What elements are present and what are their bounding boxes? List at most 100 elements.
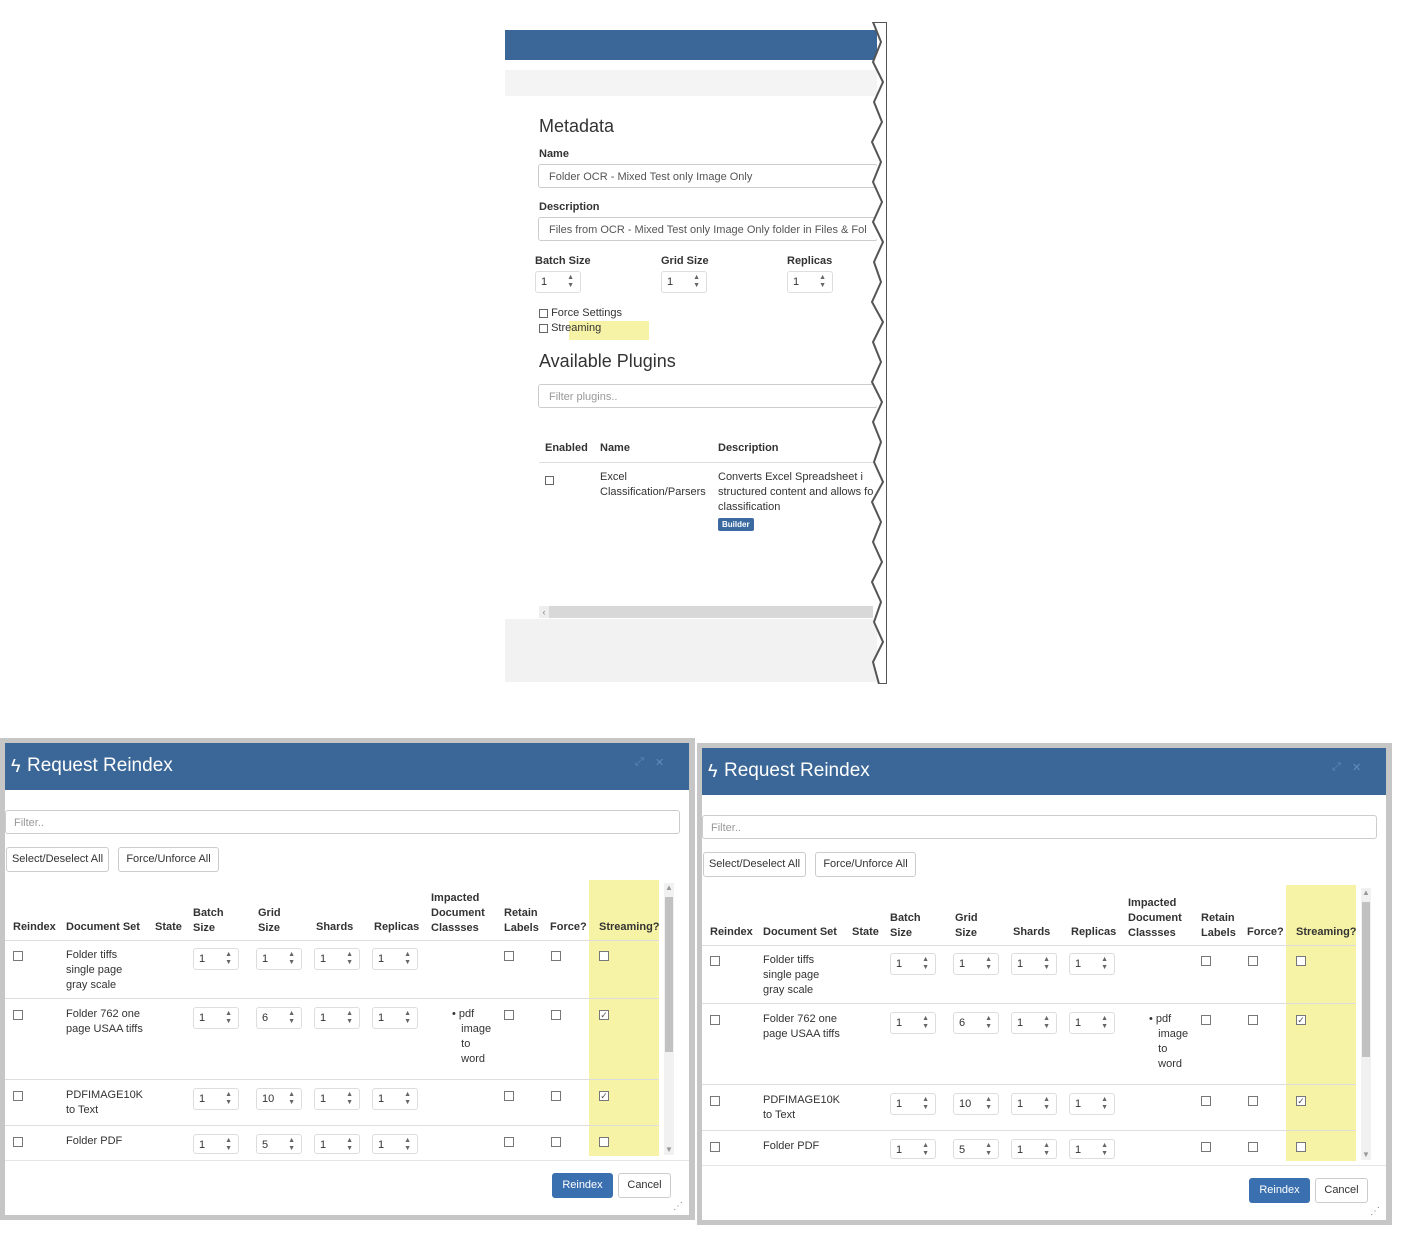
reindex-checkbox[interactable] — [710, 1142, 720, 1152]
scroll-left-icon[interactable]: ‹ — [539, 606, 549, 618]
select-deselect-all-button[interactable]: Select/Deselect All — [703, 852, 806, 877]
spinner-arrows-icon[interactable]: ▲ ▼ — [404, 1010, 411, 1026]
spinner-arrows-icon[interactable]: ▲ ▼ — [346, 1010, 353, 1026]
streaming-checkbox[interactable]: ✓ — [599, 1091, 609, 1101]
grid-size-stepper[interactable]: 1 ▲ ▼ — [953, 953, 999, 975]
vertical-scrollbar[interactable]: ▲ ▼ — [1361, 888, 1371, 1160]
replicas-stepper[interactable]: 1 ▲ ▼ — [1069, 1012, 1115, 1034]
streaming-checkbox[interactable]: ✓ — [1296, 1015, 1306, 1025]
force-checkbox[interactable] — [1248, 1142, 1258, 1152]
retain-labels-checkbox[interactable] — [504, 951, 514, 961]
shards-stepper[interactable]: 1 ▲ ▼ — [314, 1007, 360, 1029]
replicas-stepper[interactable]: 1 ▲ ▼ — [372, 1088, 418, 1110]
expand-icon[interactable]: ⤢ — [1332, 761, 1341, 774]
force-unforce-all-button[interactable]: Force/Unforce All — [118, 847, 219, 872]
name-input[interactable]: Folder OCR - Mixed Test only Image Only — [538, 164, 877, 188]
spinner-arrows-icon[interactable]: ▲ ▼ — [922, 1142, 929, 1158]
vertical-scrollbar[interactable]: ▲ ▼ — [664, 883, 674, 1155]
force-settings-checkbox[interactable] — [539, 308, 548, 318]
shards-stepper[interactable]: 1 ▲ ▼ — [314, 948, 360, 970]
resize-handle-icon[interactable]: ⋰ — [1370, 1206, 1380, 1217]
spinner-arrows-icon[interactable]: ▲ ▼ — [404, 1137, 411, 1153]
scroll-up-icon[interactable]: ▲ — [664, 883, 674, 893]
batch-size-stepper[interactable]: 1 ▲ ▼ — [193, 948, 239, 970]
spinner-arrows-icon[interactable]: ▲ ▼ — [288, 1010, 295, 1026]
spinner-arrows-icon[interactable]: ▲ ▼ — [346, 1137, 353, 1153]
spinner-arrows-icon[interactable]: ▲ ▼ — [225, 951, 232, 967]
spinner-arrows-icon[interactable]: ▲ ▼ — [819, 274, 826, 290]
reindex-checkbox[interactable] — [710, 956, 720, 966]
spinner-arrows-icon[interactable]: ▲ ▼ — [985, 956, 992, 972]
spinner-arrows-icon[interactable]: ▲ ▼ — [404, 1091, 411, 1107]
scroll-down-icon[interactable]: ▼ — [1361, 1150, 1371, 1160]
spinner-arrows-icon[interactable]: ▲ ▼ — [985, 1142, 992, 1158]
spinner-arrows-icon[interactable]: ▲ ▼ — [985, 1096, 992, 1112]
streaming-checkbox[interactable] — [1296, 1142, 1306, 1152]
spinner-arrows-icon[interactable]: ▲ ▼ — [346, 951, 353, 967]
spinner-arrows-icon[interactable]: ▲ ▼ — [225, 1091, 232, 1107]
scrollbar-thumb[interactable] — [1362, 902, 1370, 1057]
streaming-checkbox[interactable] — [599, 1137, 609, 1147]
scrollbar-thumb[interactable] — [665, 897, 673, 1052]
replicas-stepper[interactable]: 1 ▲ ▼ — [372, 1007, 418, 1029]
spinner-arrows-icon[interactable]: ▲ ▼ — [985, 1015, 992, 1031]
spinner-arrows-icon[interactable]: ▲ ▼ — [346, 1091, 353, 1107]
shards-stepper[interactable]: 1 ▲ ▼ — [1011, 953, 1057, 975]
spinner-arrows-icon[interactable]: ▲ ▼ — [1043, 1015, 1050, 1031]
streaming-checkbox[interactable]: ✓ — [599, 1010, 609, 1020]
force-unforce-all-button[interactable]: Force/Unforce All — [815, 852, 916, 877]
force-checkbox[interactable] — [551, 951, 561, 961]
spinner-arrows-icon[interactable]: ▲ ▼ — [288, 1091, 295, 1107]
filter-input[interactable]: Filter.. — [702, 815, 1377, 839]
batch-size-stepper[interactable]: 1 ▲ ▼ — [193, 1007, 239, 1029]
close-icon[interactable]: ✕ — [655, 756, 664, 769]
shards-stepper[interactable]: 1 ▲ ▼ — [314, 1088, 360, 1110]
retain-labels-checkbox[interactable] — [504, 1137, 514, 1147]
grid-size-stepper[interactable]: 10 ▲ ▼ — [953, 1093, 999, 1115]
reindex-checkbox[interactable] — [13, 1091, 23, 1101]
batch-size-stepper[interactable]: 1 ▲ ▼ — [193, 1088, 239, 1110]
spinner-arrows-icon[interactable]: ▲ ▼ — [1101, 1142, 1108, 1158]
cancel-button[interactable]: Cancel — [1315, 1178, 1368, 1203]
spinner-arrows-icon[interactable]: ▲ ▼ — [404, 951, 411, 967]
replicas-stepper[interactable]: 1 ▲ ▼ — [787, 271, 833, 293]
force-checkbox[interactable] — [1248, 1096, 1258, 1106]
spinner-arrows-icon[interactable]: ▲ ▼ — [1043, 1142, 1050, 1158]
retain-labels-checkbox[interactable] — [1201, 1015, 1211, 1025]
streaming-option[interactable]: Streaming — [539, 322, 601, 334]
scroll-up-icon[interactable]: ▲ — [1361, 888, 1371, 898]
streaming-checkbox[interactable]: ✓ — [1296, 1096, 1306, 1106]
spinner-arrows-icon[interactable]: ▲ ▼ — [922, 1096, 929, 1112]
expand-icon[interactable]: ⤢ — [635, 756, 644, 769]
spinner-arrows-icon[interactable]: ▲ ▼ — [1043, 956, 1050, 972]
spinner-arrows-icon[interactable]: ▲ ▼ — [922, 1015, 929, 1031]
retain-labels-checkbox[interactable] — [504, 1091, 514, 1101]
horizontal-scrollbar[interactable]: ‹ — [539, 606, 873, 618]
replicas-stepper[interactable]: 1 ▲ ▼ — [1069, 1139, 1115, 1159]
resize-handle-icon[interactable]: ⋰ — [673, 1201, 683, 1212]
streaming-checkbox[interactable] — [1296, 956, 1306, 966]
spinner-arrows-icon[interactable]: ▲ ▼ — [225, 1010, 232, 1026]
spinner-arrows-icon[interactable]: ▲ ▼ — [1101, 1096, 1108, 1112]
grid-size-stepper[interactable]: 5 ▲ ▼ — [256, 1134, 302, 1154]
batch-size-stepper[interactable]: 1 ▲ ▼ — [193, 1134, 239, 1154]
shards-stepper[interactable]: 1 ▲ ▼ — [1011, 1139, 1057, 1159]
shards-stepper[interactable]: 1 ▲ ▼ — [314, 1134, 360, 1154]
spinner-arrows-icon[interactable]: ▲ ▼ — [1101, 1015, 1108, 1031]
spinner-arrows-icon[interactable]: ▲ ▼ — [1043, 1096, 1050, 1112]
grid-size-stepper[interactable]: 5 ▲ ▼ — [953, 1139, 999, 1159]
description-input[interactable]: Files from OCR - Mixed Test only Image O… — [538, 217, 877, 241]
batch-size-stepper[interactable]: 1 ▲ ▼ — [890, 1012, 936, 1034]
spinner-arrows-icon[interactable]: ▲ ▼ — [225, 1137, 232, 1153]
batch-size-stepper[interactable]: 1 ▲ ▼ — [535, 271, 581, 293]
reindex-button[interactable]: Reindex — [552, 1173, 613, 1198]
cancel-button[interactable]: Cancel — [618, 1173, 671, 1198]
reindex-checkbox[interactable] — [710, 1015, 720, 1025]
retain-labels-checkbox[interactable] — [504, 1010, 514, 1020]
replicas-stepper[interactable]: 1 ▲ ▼ — [372, 948, 418, 970]
force-settings-option[interactable]: Force Settings — [539, 307, 622, 319]
batch-size-stepper[interactable]: 1 ▲ ▼ — [890, 1093, 936, 1115]
replicas-stepper[interactable]: 1 ▲ ▼ — [1069, 1093, 1115, 1115]
close-icon[interactable]: ✕ — [1352, 761, 1361, 774]
replicas-stepper[interactable]: 1 ▲ ▼ — [1069, 953, 1115, 975]
